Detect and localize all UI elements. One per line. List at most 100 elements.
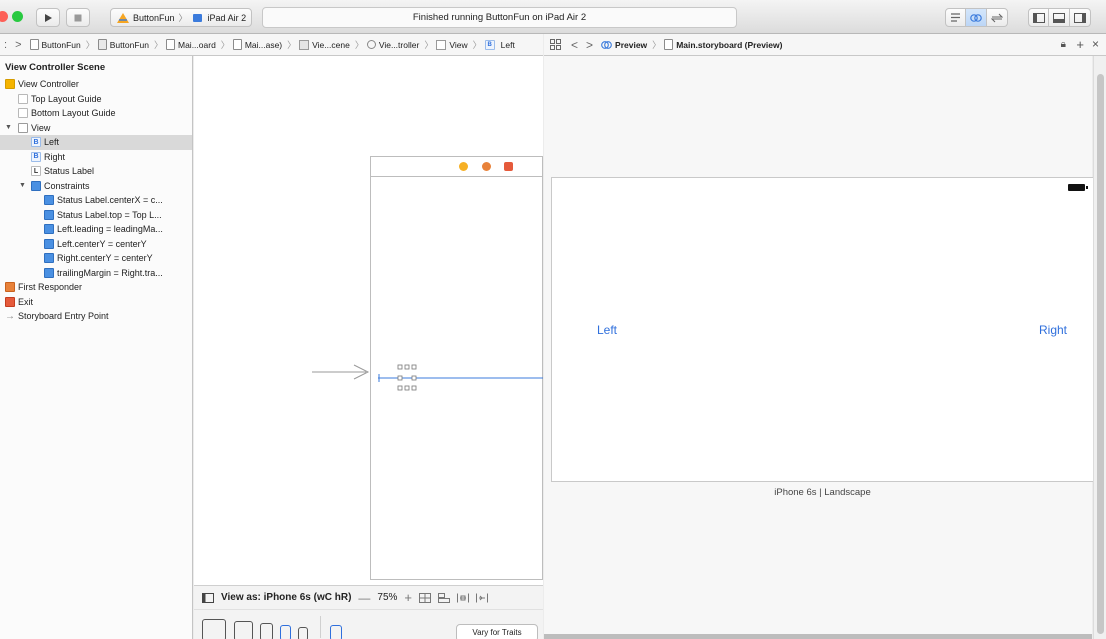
iphone-se-device-icon[interactable] [298,627,308,639]
iphone-device-icon[interactable] [280,625,291,639]
outline-item-constraint[interactable]: Status Label.top = Top L... [0,208,192,223]
related-items-icon[interactable] [550,39,561,50]
align-icon[interactable] [438,592,451,603]
embed-stack-icon[interactable] [419,592,432,603]
assistant-editor-button[interactable] [966,8,987,27]
outline-item-view-controller[interactable]: View Controller [0,77,192,92]
crumb-storyboard[interactable]: Mai...oard [166,39,216,50]
version-editor-button[interactable] [987,8,1008,27]
navigator-toggle-button[interactable] [1028,8,1049,27]
project-file-icon [29,39,39,50]
device-caption: iPhone 6s | Landscape [774,487,871,498]
resolve-issues-icon[interactable] [476,593,489,603]
left-jump-bar: : > ButtonFun 〉 ButtonFun 〉 Mai...oard 〉… [0,34,543,56]
constraint-icon [44,195,54,206]
crumb-view-controller[interactable]: Vie...troller [366,40,419,50]
preview-pane: Left Right iPhone 6s | Landscape [544,56,1094,639]
outline-item-constraint[interactable]: Left.centerY = centerY [0,237,192,252]
zoom-out-button[interactable]: — [358,591,370,605]
editor-mode-control [945,8,1008,27]
outline-item-bottom-layout-guide[interactable]: Bottom Layout Guide [0,106,192,121]
scheme-target: ButtonFun [133,12,175,23]
constraint-icon [44,238,54,249]
layout-guide-icon [18,108,28,119]
iphone-preview-device: Left Right [551,177,1094,482]
outline-item-constraint[interactable]: Status Label.centerX = c... [0,193,192,208]
outline-item-constraint[interactable]: Right.centerY = centerY [0,251,192,266]
outline-item-constraint[interactable]: trailingMargin = Right.tra... [0,266,192,281]
forward-arrow-icon[interactable]: > [15,39,21,51]
pin-icon[interactable] [457,593,470,603]
outline-item-exit[interactable]: Exit [0,295,192,310]
standard-editor-button[interactable] [945,8,966,27]
ipad-pro-device-icon[interactable] [202,619,226,639]
close-window-button[interactable] [0,11,8,22]
constraints-icon [31,180,41,191]
view-controller-icon[interactable] [459,162,468,171]
disclosure-triangle-icon[interactable]: ▼ [19,182,26,189]
storyboard-file-icon [166,39,175,50]
storyboard-canvas[interactable]: View as: iPhone 6s (wC hR) — 75% + Vary … [194,56,543,639]
main-toolbar: ButtonFun 〉 iPad Air 2 Finished running … [0,0,1106,34]
exit-icon[interactable] [504,162,513,171]
back-arrow-icon[interactable]: < [571,38,578,52]
button-icon: B [31,151,41,162]
outline-item-entry-point[interactable]: → Storyboard Entry Point [0,309,192,324]
first-responder-icon[interactable] [482,162,491,171]
add-editor-button[interactable]: + [1076,37,1084,52]
run-button[interactable] [36,8,60,27]
iphone-plus-device-icon[interactable] [260,623,273,639]
close-editor-button[interactable]: × [1092,37,1099,51]
view-icon [436,39,447,50]
left-panel-icon [1032,12,1045,23]
outline-item-left[interactable]: B Left [0,135,192,150]
view-as-label[interactable]: View as: iPhone 6s (wC hR) [221,592,351,603]
back-arrow-icon[interactable]: : [4,39,7,51]
vary-for-traits-button[interactable]: Vary for Traits [456,624,538,639]
first-responder-icon [5,282,15,293]
ipad-device-icon[interactable] [234,621,253,639]
device-picker-bar: Vary for Traits [194,609,543,639]
outline-item-view[interactable]: ▼ View [0,121,192,136]
outline-item-constraints[interactable]: ▼ Constraints [0,179,192,194]
horizontal-scrollbar[interactable] [544,634,1092,639]
outline-item-top-layout-guide[interactable]: Top Layout Guide [0,92,192,107]
vertical-scrollbar[interactable] [1093,56,1106,639]
crumb-folder[interactable]: ButtonFun [97,39,149,50]
crumb-preview-file[interactable]: Main.storyboard (Preview) [664,39,782,50]
chevron-right-icon: 〉 [652,40,662,50]
crumb-storyboard-base[interactable]: Mai...ase) [232,39,282,50]
document-outline-toggle-icon[interactable] [202,592,214,603]
disclosure-triangle-icon[interactable]: ▼ [5,124,12,131]
selected-left-button[interactable] [378,362,543,392]
debug-area-toggle-button[interactable] [1049,8,1070,27]
crumb-preview[interactable]: Preview [601,40,647,50]
utilities-toggle-button[interactable] [1070,8,1091,27]
bottom-panel-icon [1053,12,1065,23]
storyboard-file-icon [232,39,242,50]
scheme-selector[interactable]: ButtonFun 〉 iPad Air 2 [110,8,252,27]
scroll-thumb[interactable] [1097,74,1104,634]
preview-rings-icon [601,40,612,49]
outline-item-right[interactable]: B Right [0,150,192,165]
portrait-orientation-icon[interactable] [330,625,342,639]
view-controller-icon [5,79,15,90]
crumb-scene[interactable]: Vie...cene [299,39,350,50]
crumb-project[interactable]: ButtonFun [29,39,81,50]
outline-item-first-responder[interactable]: First Responder [0,280,192,295]
crumb-left-button[interactable]: B Left [484,39,515,50]
preview-right-button: Right [1038,323,1067,337]
forward-arrow-icon[interactable]: > [586,38,593,52]
zoom-in-button[interactable]: + [404,590,412,605]
rings-icon [970,13,982,22]
battery-icon [1068,184,1088,191]
stop-button[interactable] [66,8,90,27]
outline-item-status-label[interactable]: L Status Label [0,164,192,179]
zoom-window-button[interactable] [12,11,23,22]
preview-left-button: Left [597,323,618,337]
ipad-device-icon [192,13,202,22]
crumb-view[interactable]: View [436,39,468,50]
outline-item-constraint[interactable]: Left.leading = leadingMa... [0,222,192,237]
scheme-device: iPad Air 2 [207,12,247,23]
lock-icon[interactable]: 🔒︎ [1061,39,1066,50]
